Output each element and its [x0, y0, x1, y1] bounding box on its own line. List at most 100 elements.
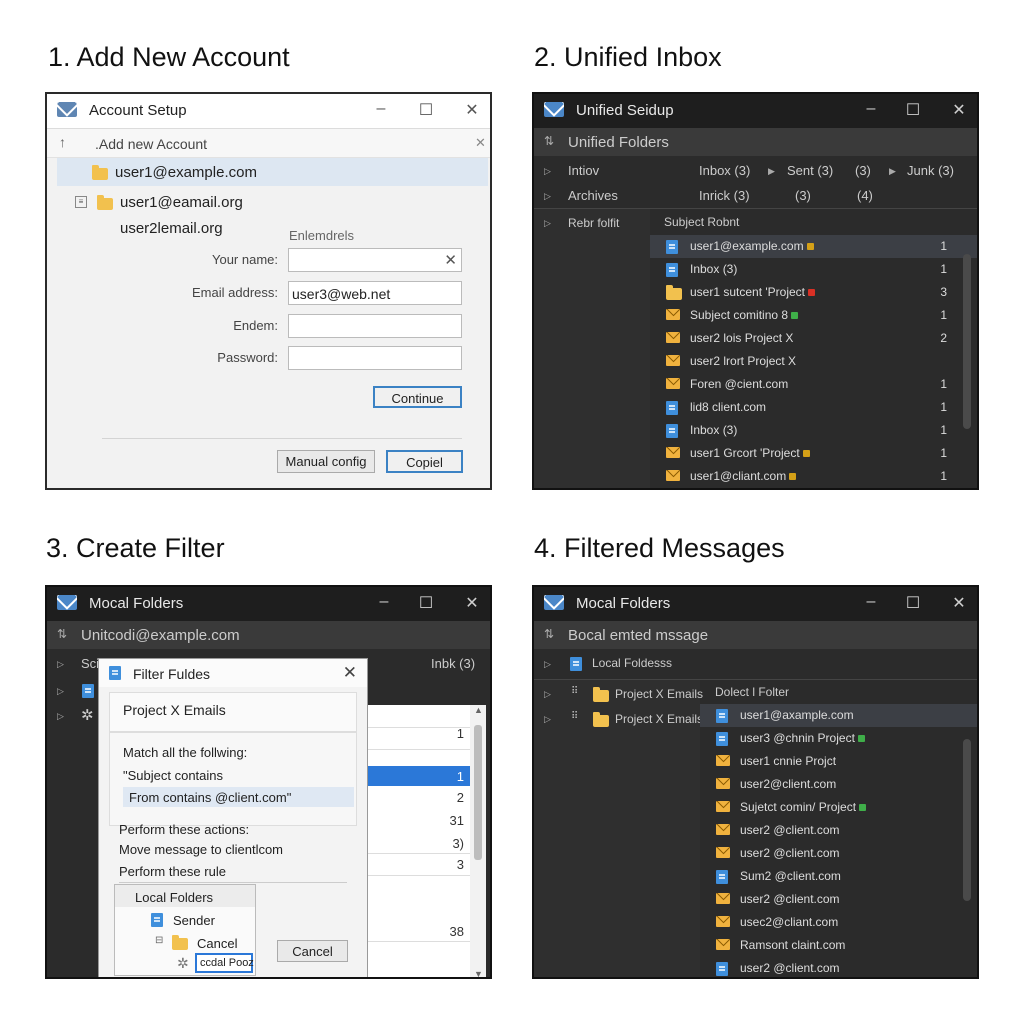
- up-arrow-icon[interactable]: ↑: [59, 134, 66, 150]
- maximize-icon[interactable]: ☐: [904, 593, 922, 613]
- dropdown-item[interactable]: Sender: [173, 913, 215, 928]
- drag-icon[interactable]: ⠿: [571, 686, 578, 697]
- scrollbar[interactable]: [963, 739, 971, 901]
- message-row[interactable]: lid8 client.com 1: [650, 396, 977, 419]
- folder-label[interactable]: Intiov: [568, 163, 599, 178]
- account-row-selected[interactable]: user1@example.com: [57, 158, 488, 186]
- expand-arrow-icon[interactable]: ▶: [889, 166, 896, 177]
- sort-icon[interactable]: ⇅: [544, 627, 554, 641]
- message-row[interactable]: Inbox (3) 1: [650, 419, 977, 442]
- message-row[interactable]: usec2@cliant.com: [700, 911, 977, 934]
- column-header-label[interactable]: Dolect l Folter: [715, 685, 789, 699]
- message-row[interactable]: user2 @client.com: [700, 842, 977, 865]
- folder-count[interactable]: Junk (3): [907, 163, 954, 178]
- drag-icon[interactable]: ⠿: [571, 711, 578, 722]
- endem-field[interactable]: [288, 314, 462, 338]
- folder-count[interactable]: Inbox (3): [699, 163, 750, 178]
- message-row[interactable]: user2 lois Project X 2: [650, 327, 977, 350]
- message-row[interactable]: Inbox (3) 1: [650, 258, 977, 281]
- folder-label[interactable]: Project X Emails: [615, 687, 703, 701]
- expand-arrow-icon[interactable]: ▷: [544, 689, 551, 700]
- folder-count[interactable]: Sent (3): [787, 163, 833, 178]
- sort-icon[interactable]: ⇅: [544, 134, 554, 148]
- expand-arrow-icon[interactable]: ▷: [544, 218, 551, 229]
- message-row[interactable]: Subject comitino 8 1: [650, 304, 977, 327]
- minimize-icon[interactable]: –: [372, 100, 390, 118]
- action-row[interactable]: Move message to clientlcom: [119, 842, 283, 857]
- folder-count[interactable]: Inrick (3): [699, 188, 750, 203]
- message-row[interactable]: user1 cnnie Projct: [700, 750, 977, 773]
- message-row[interactable]: Sum2 @client.com: [700, 865, 977, 888]
- close-icon[interactable]: ✕: [463, 100, 481, 120]
- maximize-icon[interactable]: ☐: [904, 100, 922, 120]
- scrollbar[interactable]: [963, 254, 971, 429]
- account-row[interactable]: user2lemail.org: [120, 220, 223, 237]
- message-row[interactable]: Sujetct comin/ Project: [700, 796, 977, 819]
- dropdown-item[interactable]: Cancel: [197, 936, 237, 951]
- dropdown-item-selected[interactable]: ccdal Pooz: [195, 953, 254, 973]
- close-icon[interactable]: ✕: [950, 593, 968, 613]
- close-icon[interactable]: ✕: [475, 135, 486, 151]
- mail-icon: [716, 801, 730, 812]
- folder-count[interactable]: (3): [855, 163, 871, 178]
- expand-arrow-icon[interactable]: ▷: [544, 714, 551, 725]
- message-row[interactable]: user3 @chnin Project: [700, 727, 977, 750]
- expand-arrow-icon[interactable]: ▷: [544, 659, 551, 670]
- message-row[interactable]: user1 Grcort 'Project 1: [650, 442, 977, 465]
- close-icon[interactable]: ✕: [950, 100, 968, 120]
- message-row[interactable]: user2 @client.com: [700, 888, 977, 911]
- minimize-icon[interactable]: –: [862, 100, 880, 118]
- expand-arrow-icon[interactable]: ▷: [57, 711, 64, 722]
- column-header-label[interactable]: Subject Robnt: [664, 215, 739, 229]
- manual-config-button[interactable]: Manual config: [277, 450, 375, 473]
- condition-row[interactable]: "Subject contains: [123, 768, 223, 783]
- message-row[interactable]: user2 @client.com: [700, 957, 977, 977]
- gear-icon[interactable]: ✲: [81, 706, 94, 724]
- account-row[interactable]: user1@eamail.org: [120, 194, 243, 211]
- message-row[interactable]: user1@cliant.com 1: [650, 465, 977, 488]
- folder-label[interactable]: Project X Emails: [615, 712, 703, 726]
- expand-arrow-icon[interactable]: ▷: [544, 191, 551, 202]
- message-row[interactable]: Foren @cient.com 1: [650, 373, 977, 396]
- folder-count[interactable]: (4): [857, 188, 873, 203]
- message-row[interactable]: user2 lrort Project X: [650, 350, 977, 373]
- condition-row-selected[interactable]: From contains @client.com": [123, 787, 354, 807]
- clear-icon[interactable]: ✕: [444, 251, 457, 269]
- minimize-icon[interactable]: –: [862, 593, 880, 611]
- expand-arrow-icon[interactable]: ▷: [57, 686, 64, 697]
- email-field[interactable]: user3@web.net: [288, 281, 462, 305]
- maximize-icon[interactable]: ☐: [417, 100, 435, 120]
- expand-arrow-icon[interactable]: ▷: [544, 166, 551, 177]
- message-row[interactable]: Ramsont claint.com: [700, 934, 977, 957]
- message-row[interactable]: user2@client.com: [700, 773, 977, 796]
- account-row[interactable]: Unitcodi@example.com: [81, 627, 240, 644]
- side-label[interactable]: Rebr folfit: [568, 216, 619, 230]
- message-row-selected[interactable]: user1@axample.com: [700, 704, 977, 727]
- cancel-button[interactable]: Cancel: [277, 940, 348, 962]
- close-icon[interactable]: ✕: [343, 663, 357, 683]
- folder-dropdown[interactable]: Local Folders Sender ⊟ Cancel ✲ ccdal Po…: [114, 884, 256, 976]
- continue-button[interactable]: Continue: [373, 386, 462, 408]
- inbox-label[interactable]: Inbk (3): [431, 656, 475, 671]
- close-icon[interactable]: ✕: [463, 593, 481, 613]
- folder-count[interactable]: (3): [795, 188, 811, 203]
- folder-label[interactable]: Archives: [568, 188, 618, 203]
- password-field[interactable]: [288, 346, 462, 370]
- expand-icon[interactable]: ⊟: [155, 935, 163, 946]
- message-row[interactable]: user2 @client.com: [700, 819, 977, 842]
- message-row-selected[interactable]: user1@example.com 1: [650, 235, 977, 258]
- message-row[interactable]: user1 sutcent 'Project 3: [650, 281, 977, 304]
- filter-name-field[interactable]: Project X Emails: [109, 692, 357, 732]
- local-folders-label[interactable]: Local Foldesss: [592, 656, 672, 670]
- expand-icon[interactable]: ≡: [75, 196, 87, 208]
- message-row-selected[interactable]: 1: [367, 766, 470, 786]
- scrollbar[interactable]: ▲ ▼: [470, 705, 486, 977]
- expand-arrow-icon[interactable]: ▶: [768, 166, 775, 177]
- sort-icon[interactable]: ⇅: [57, 627, 67, 641]
- cancel-button[interactable]: Copiel: [386, 450, 463, 473]
- minimize-icon[interactable]: –: [375, 593, 393, 611]
- expand-arrow-icon[interactable]: ▷: [57, 659, 64, 670]
- maximize-icon[interactable]: ☐: [417, 593, 435, 613]
- side-label[interactable]: Sci: [81, 656, 99, 671]
- name-field[interactable]: ✕: [288, 248, 462, 272]
